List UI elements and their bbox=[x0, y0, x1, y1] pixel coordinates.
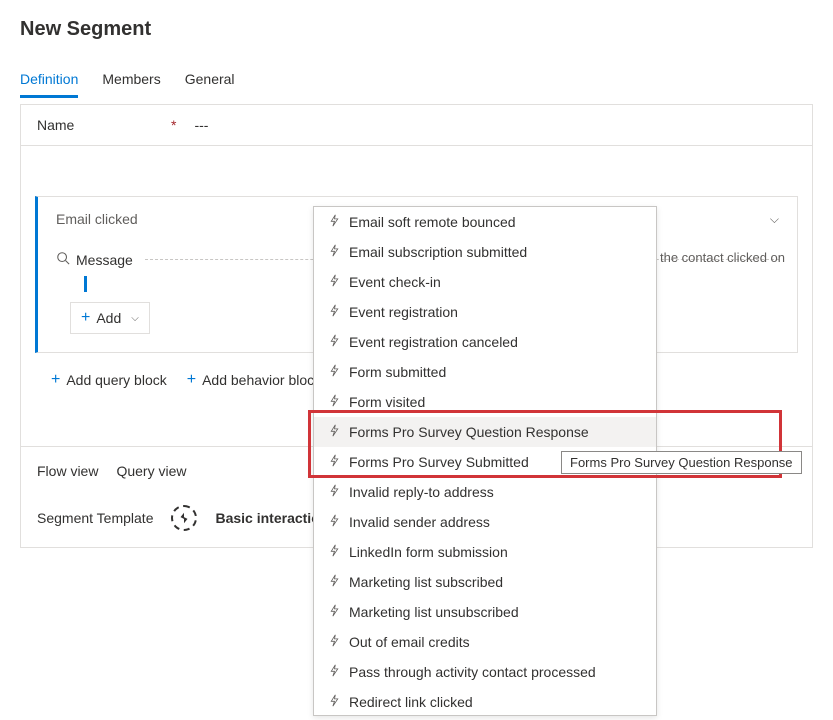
name-label: Name bbox=[37, 117, 167, 133]
add-behavior-block-label: Add behavior block bbox=[202, 372, 321, 388]
dropdown-item-label: Forms Pro Survey Question Response bbox=[349, 424, 589, 440]
name-value[interactable]: --- bbox=[194, 117, 208, 133]
dropdown-item-label: Event registration bbox=[349, 304, 458, 320]
tooltip: Forms Pro Survey Question Response bbox=[561, 451, 802, 474]
dropdown-item-label: Form visited bbox=[349, 394, 425, 410]
lightning-icon bbox=[328, 544, 341, 560]
plus-icon: + bbox=[81, 309, 90, 327]
dropdown-item[interactable]: Pass through activity contact processed bbox=[314, 657, 656, 687]
add-label: Add bbox=[96, 310, 121, 326]
dropdown-item-label: Invalid sender address bbox=[349, 514, 490, 530]
lightning-icon bbox=[328, 214, 341, 230]
dropdown-item[interactable]: Redirect link clicked bbox=[314, 687, 656, 716]
dropdown-item-label: Forms Pro Survey Submitted bbox=[349, 454, 529, 470]
dropdown-item-label: Out of email credits bbox=[349, 634, 470, 650]
dropdown-item[interactable]: Event check-in bbox=[314, 267, 656, 297]
lightning-icon bbox=[328, 454, 341, 470]
search-icon bbox=[56, 251, 70, 268]
dropdown-item-label: Email soft remote bounced bbox=[349, 214, 516, 230]
dropdown-item-label: Form submitted bbox=[349, 364, 446, 380]
dropdown-item[interactable]: Email soft remote bounced bbox=[314, 207, 656, 237]
add-condition-button[interactable]: + Add ⌵ bbox=[70, 302, 150, 334]
dropdown-item-label: LinkedIn form submission bbox=[349, 544, 508, 560]
dropdown-item[interactable]: Marketing list subscribed bbox=[314, 567, 656, 597]
block-title: Email clicked bbox=[56, 211, 138, 227]
dropdown-item-label: Marketing list subscribed bbox=[349, 574, 503, 590]
template-label: Segment Template bbox=[37, 510, 153, 526]
plus-icon: + bbox=[51, 371, 60, 389]
chevron-down-icon: ⌵ bbox=[131, 313, 139, 324]
dropdown-item[interactable]: Form visited bbox=[314, 387, 656, 417]
lightning-icon bbox=[328, 484, 341, 500]
dropdown-item[interactable]: Event registration bbox=[314, 297, 656, 327]
dropdown-item-label: Event check-in bbox=[349, 274, 441, 290]
tab-general[interactable]: General bbox=[185, 65, 235, 98]
lightning-icon bbox=[328, 574, 341, 590]
dropdown-item-label: Marketing list unsubscribed bbox=[349, 604, 519, 620]
dropdown-item[interactable]: Out of email credits bbox=[314, 627, 656, 657]
required-marker: * bbox=[171, 117, 176, 133]
plus-icon: + bbox=[187, 371, 196, 389]
lightning-icon bbox=[328, 694, 341, 710]
dropdown-item[interactable]: Invalid sender address bbox=[314, 507, 656, 537]
template-name[interactable]: Basic interaction bbox=[215, 510, 328, 526]
lightning-icon bbox=[328, 334, 341, 350]
add-behavior-block-button[interactable]: + Add behavior block bbox=[187, 371, 321, 389]
dropdown-item[interactable]: Invalid reply-to address bbox=[314, 477, 656, 507]
dropdown-item[interactable]: Form submitted bbox=[314, 357, 656, 387]
dropdown-item[interactable]: Forms Pro Survey Question Response bbox=[314, 417, 656, 447]
lightning-icon bbox=[328, 604, 341, 620]
lightning-icon bbox=[328, 664, 341, 680]
lightning-icon bbox=[328, 424, 341, 440]
page-title: New Segment bbox=[20, 18, 813, 41]
dropdown-item-label: Event registration canceled bbox=[349, 334, 518, 350]
dropdown-item-label: Pass through activity contact processed bbox=[349, 664, 596, 680]
tab-definition[interactable]: Definition bbox=[20, 65, 78, 98]
lightning-icon bbox=[328, 514, 341, 530]
dropdown-item-label: Redirect link clicked bbox=[349, 694, 473, 710]
lightning-icon bbox=[328, 394, 341, 410]
lightning-icon bbox=[328, 274, 341, 290]
dropdown-item[interactable]: Event registration canceled bbox=[314, 327, 656, 357]
dropdown-item[interactable]: Marketing list unsubscribed bbox=[314, 597, 656, 627]
lightning-icon bbox=[328, 304, 341, 320]
condition-label[interactable]: Message bbox=[76, 252, 133, 268]
dropdown-item-label: Email subscription submitted bbox=[349, 244, 527, 260]
flow-view-button[interactable]: Flow view bbox=[37, 463, 98, 479]
template-icon bbox=[171, 505, 197, 531]
name-field-row: Name * --- bbox=[21, 105, 812, 146]
tab-bar: Definition Members General bbox=[20, 65, 813, 98]
add-query-block-label: Add query block bbox=[66, 372, 166, 388]
dropdown-item[interactable]: Email subscription submitted bbox=[314, 237, 656, 267]
dropdown-item-label: Invalid reply-to address bbox=[349, 484, 494, 500]
dropdown-item[interactable]: LinkedIn form submission bbox=[314, 537, 656, 567]
lightning-icon bbox=[328, 634, 341, 650]
query-view-button[interactable]: Query view bbox=[116, 463, 186, 479]
lightning-icon bbox=[328, 364, 341, 380]
chevron-down-icon[interactable]: ⌵ bbox=[770, 212, 779, 227]
tab-members[interactable]: Members bbox=[102, 65, 160, 98]
connector-tick bbox=[84, 276, 87, 292]
add-query-block-button[interactable]: + Add query block bbox=[51, 371, 167, 389]
lightning-icon bbox=[328, 244, 341, 260]
